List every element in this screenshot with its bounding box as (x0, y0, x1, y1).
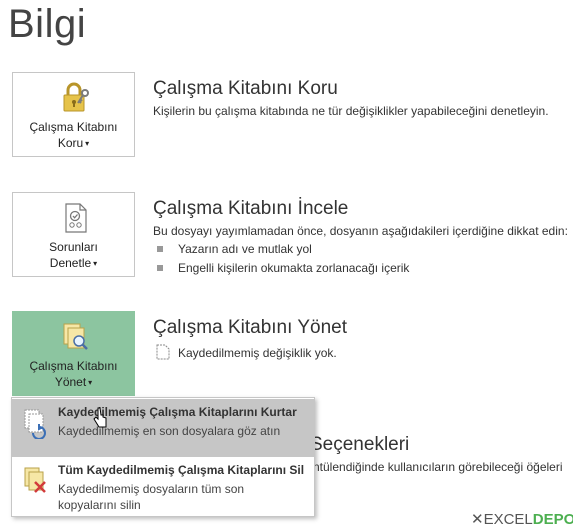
check-issues-label: Sorunları Denetle ▾ (49, 240, 98, 270)
protect-description: Kişilerin bu çalışma kitabında ne tür de… (153, 104, 549, 118)
options-title: Seçenekleri (310, 434, 410, 455)
check-issues-button[interactable]: Sorunları Denetle ▾ (12, 192, 135, 277)
recover-documents-icon (24, 409, 46, 439)
chevron-down-icon: ▾ (85, 139, 90, 148)
protect-tile-label: Çalışma Kitabını Koru ▾ (29, 120, 118, 150)
recover-unsaved-workbooks-item[interactable]: Kaydedilmemiş Çalışma Kitaplarını Kurtar… (12, 399, 314, 457)
page-title: Bilgi (8, 2, 87, 46)
delete-all-unsaved-workbooks-item[interactable]: Tüm Kaydedilmemiş Çalışma Kitaplarını Si… (12, 457, 314, 516)
manage-note: Kaydedilmemiş değişiklik yok. (178, 346, 337, 360)
document-outline-icon (156, 344, 170, 360)
manage-dropdown-menu: Kaydedilmemiş Çalışma Kitaplarını Kurtar… (11, 397, 315, 517)
protect-title: Çalışma Kitabını Koru (153, 78, 338, 99)
chevron-down-icon: ▾ (88, 378, 93, 387)
bullet-icon (157, 246, 163, 252)
options-description: ntülendiğinde kullanıcıların görebileceğ… (313, 460, 563, 474)
protect-workbook-button[interactable]: Çalışma Kitabını Koru ▾ (12, 72, 135, 157)
watermark-arrow-icon: ✕ (471, 511, 484, 528)
manage-tile-label: Çalışma Kitabını Yönet ▾ (29, 359, 118, 389)
chevron-down-icon: ▾ (93, 259, 98, 268)
inspect-description: Bu dosyayı yayımlamadan önce, dosyanın a… (153, 224, 568, 238)
bullet-icon (157, 265, 163, 271)
delete-item-title: Tüm Kaydedilmemiş Çalışma Kitaplarını Si… (58, 463, 305, 477)
manage-documents-icon (63, 323, 88, 350)
watermark-logo: ✕EXCELDEPO (471, 511, 573, 528)
document-check-icon (65, 203, 87, 233)
inspect-title: Çalışma Kitabını İncele (153, 198, 349, 219)
delete-documents-icon (24, 467, 46, 493)
lock-key-icon (63, 82, 89, 112)
mouse-cursor-icon (93, 407, 107, 428)
manage-title: Çalışma Kitabını Yönet (153, 317, 347, 338)
delete-item-description: Kaydedilmemiş dosyaların tüm son kopyala… (58, 482, 245, 512)
manage-workbook-button[interactable]: Çalışma Kitabını Yönet ▾ (12, 311, 135, 396)
